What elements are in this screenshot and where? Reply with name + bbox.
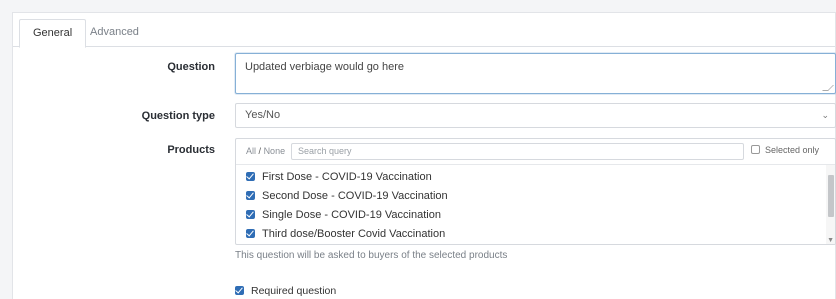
required-question-label: Required question bbox=[251, 285, 337, 297]
checkbox-checked-icon[interactable] bbox=[246, 191, 255, 200]
products-help-text: This question will be asked to buyers of… bbox=[235, 250, 508, 261]
tab-advanced[interactable]: Advanced bbox=[77, 19, 152, 48]
product-search-input[interactable]: Search query bbox=[291, 143, 744, 160]
question-type-label: Question type bbox=[141, 110, 215, 122]
question-type-select[interactable]: Yes/No ⌄ bbox=[235, 103, 836, 128]
checkbox-checked-icon[interactable] bbox=[246, 172, 255, 181]
question-textarea[interactable]: Updated verbiage would go here bbox=[235, 53, 836, 94]
product-label: Single Dose - COVID-19 Vaccination bbox=[262, 209, 441, 221]
product-item[interactable]: Second Dose - COVID-19 Vaccination bbox=[246, 190, 448, 202]
question-label: Question bbox=[167, 61, 215, 73]
all-none-selector: All / None bbox=[246, 146, 285, 156]
selected-only-label: Selected only bbox=[765, 145, 820, 155]
required-question-checkbox[interactable]: Required question bbox=[235, 285, 336, 297]
question-text[interactable]: Updated verbiage would go here bbox=[245, 61, 404, 73]
scrollbar-thumb[interactable] bbox=[828, 175, 834, 217]
product-item[interactable]: Third dose/Booster Covid Vaccination bbox=[246, 228, 445, 240]
all-none-separator: / bbox=[258, 146, 262, 156]
checkbox-checked-icon[interactable] bbox=[246, 210, 255, 219]
products-list: All / None Search query Selected only Fi… bbox=[235, 138, 836, 245]
chevron-down-icon: ⌄ bbox=[821, 110, 829, 120]
product-item[interactable]: Single Dose - COVID-19 Vaccination bbox=[246, 209, 441, 221]
products-toolbar: All / None Search query Selected only bbox=[236, 139, 835, 165]
selected-only-toggle[interactable]: Selected only bbox=[751, 145, 819, 155]
question-editor-panel: General Advanced Question Updated verbia… bbox=[12, 12, 836, 299]
product-label: Second Dose - COVID-19 Vaccination bbox=[262, 190, 448, 202]
select-none-link[interactable]: None bbox=[264, 146, 286, 156]
scroll-down-arrow-icon[interactable]: ▼ bbox=[827, 237, 834, 244]
checkbox-checked-icon[interactable] bbox=[235, 286, 244, 295]
question-type-value: Yes/No bbox=[245, 109, 281, 121]
checkbox-unchecked-icon[interactable] bbox=[751, 145, 760, 154]
checkbox-checked-icon[interactable] bbox=[246, 229, 255, 238]
product-label: First Dose - COVID-19 Vaccination bbox=[262, 171, 432, 183]
products-label: Products bbox=[167, 144, 215, 156]
product-item[interactable]: First Dose - COVID-19 Vaccination bbox=[246, 171, 432, 183]
resize-handle-icon[interactable] bbox=[822, 85, 834, 91]
product-label: Third dose/Booster Covid Vaccination bbox=[262, 228, 446, 240]
select-all-link[interactable]: All bbox=[246, 146, 256, 156]
tab-bar: General Advanced bbox=[13, 13, 835, 48]
